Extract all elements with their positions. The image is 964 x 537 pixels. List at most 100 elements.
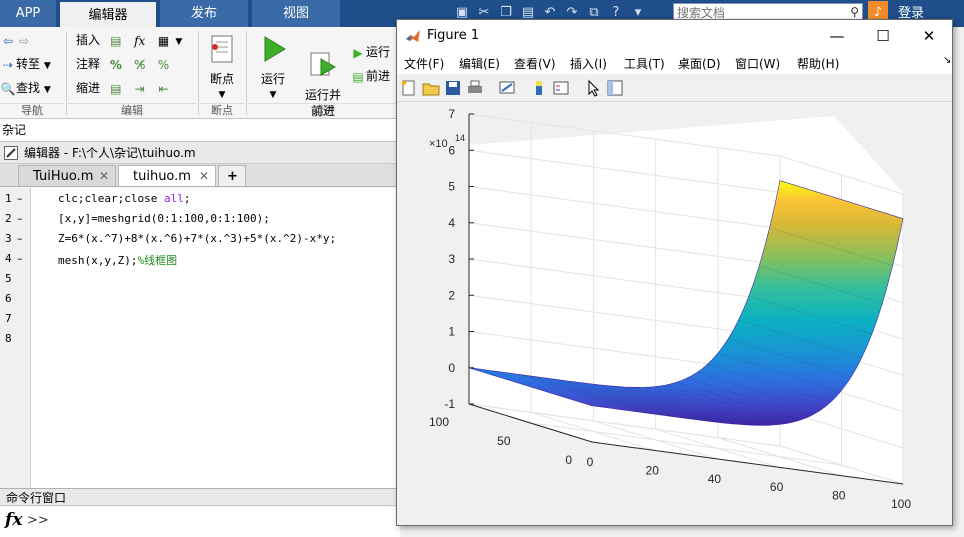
menu-file[interactable]: 文件(F): [404, 55, 444, 72]
menu-insert[interactable]: 插入(I): [570, 55, 607, 72]
goto-button[interactable]: ⇢ 转至 ▼: [0, 53, 51, 75]
tab-app[interactable]: APP: [0, 0, 56, 27]
figure-toolbar: [397, 75, 952, 102]
breakpoints-group-label: 断点: [200, 103, 244, 118]
editor-pencil-icon: [4, 146, 18, 160]
increase-indent-icon[interactable]: ⇥: [132, 81, 148, 97]
nav-group-label: 导航: [0, 103, 64, 118]
insert-section-icon[interactable]: ▤: [108, 33, 124, 49]
chart-layers: -1 0 1 2 3 4 5 6 7 ×10 14 0 20 40 60 80 100 0 50 100: [429, 107, 911, 511]
uncomment-icon[interactable]: %̸: [132, 57, 148, 73]
menu-view[interactable]: 查看(V): [514, 55, 556, 72]
code-line-4[interactable]: mesh(x,y,Z);%线框图: [58, 252, 177, 268]
tab-publish[interactable]: 发布: [160, 0, 248, 27]
editor-title: 编辑器 - F:\个人\杂记\tuihuo.m: [24, 146, 196, 160]
comment-icon[interactable]: %: [108, 57, 124, 73]
file-tab-tuihuo-upper[interactable]: TuiHuo.m ✕: [18, 165, 116, 186]
link-plot-icon[interactable]: [498, 79, 516, 97]
close-tab-icon[interactable]: ✕: [199, 166, 209, 187]
run-section-button[interactable]: ▶ 运行: [350, 41, 390, 63]
dock-arrow-icon[interactable]: ↘: [943, 55, 951, 66]
line-number: 8: [5, 332, 12, 345]
code-line-3[interactable]: Z=6*(x.^7)+8*(x.^6)+7*(x.^3)+5*(x.^2)-x*…: [58, 232, 336, 245]
current-folder-breadcrumb[interactable]: 杂记: [0, 119, 402, 142]
new-figure-icon[interactable]: [400, 79, 418, 97]
breakpoints-button[interactable]: 断点 ▼: [202, 29, 242, 103]
smart-indent-icon[interactable]: ▤: [108, 81, 124, 97]
close-tab-icon[interactable]: ✕: [99, 166, 109, 187]
insert-legend-icon[interactable]: [552, 79, 570, 97]
command-input-area[interactable]: [0, 507, 400, 537]
goto-icon: ⇢: [2, 57, 14, 72]
print-icon[interactable]: [466, 79, 484, 97]
run-group-label: 运行: [248, 103, 400, 118]
breakpoint-marker[interactable]: –: [17, 252, 23, 265]
z-tick-label: 1: [448, 325, 455, 339]
run-play-icon: [264, 36, 286, 62]
code-line-1[interactable]: clc;clear;close all;: [58, 192, 190, 205]
chevron-down-icon[interactable]: ▼: [175, 37, 182, 47]
maximize-icon[interactable]: ☐: [860, 20, 906, 52]
file-tab-strip: TuiHuo.m ✕ tuihuo.m ✕ +: [0, 164, 400, 187]
file-tab-tuihuo-active[interactable]: tuihuo.m ✕: [118, 165, 216, 186]
wrap-comment-icon[interactable]: %: [156, 57, 172, 73]
code-line-2[interactable]: [x,y]=meshgrid(0:1:100,0:1:100);: [58, 212, 270, 225]
back-arrow-icon[interactable]: ⇦: [0, 33, 16, 49]
figure-menu-bar: 文件(F) 编辑(E) 查看(V) 插入(I) 工具(T) 桌面(D) 窗口(W…: [397, 52, 952, 74]
x-tick-label: 20: [646, 463, 660, 477]
search-icon[interactable]: ⚲: [850, 5, 859, 19]
run-and-advance-icon: [310, 52, 337, 76]
menu-window[interactable]: 窗口(W): [735, 55, 780, 72]
fx-icon[interactable]: fx: [5, 510, 22, 530]
line-number: 4: [5, 252, 12, 265]
decrease-indent-icon[interactable]: ⇤: [156, 81, 172, 97]
z-tick-label: 4: [448, 216, 455, 230]
fx-icon[interactable]: fx: [132, 33, 148, 49]
plot-area[interactable]: -1 0 1 2 3 4 5 6 7 ×10 14 0 20 40 60 80 100 0 50 100: [397, 102, 952, 525]
indent-button[interactable]: 缩进: [76, 81, 100, 95]
breakpoints-icon: [211, 35, 233, 63]
tab-editor[interactable]: 编辑器: [60, 0, 156, 29]
advance-button[interactable]: ▤ 前进: [350, 65, 390, 87]
new-tab-button[interactable]: +: [218, 165, 246, 186]
z-exponent-label: ×10: [429, 138, 448, 150]
z-tick-label: 5: [448, 180, 455, 194]
z-tick-label: 2: [448, 288, 455, 302]
divider: [246, 31, 247, 115]
y-tick-label: 0: [565, 453, 572, 467]
menu-help[interactable]: 帮助(H): [797, 55, 839, 72]
run-button[interactable]: 运行 ▼: [252, 29, 294, 103]
insert-colorbar-icon[interactable]: [530, 79, 548, 97]
menu-tools[interactable]: 工具(T): [624, 55, 665, 72]
breakpoint-marker[interactable]: –: [17, 212, 23, 225]
minimize-icon[interactable]: —: [814, 20, 860, 52]
chevron-down-icon: ▼: [43, 61, 51, 71]
nav-back-forward[interactable]: ⇦ ⇨: [0, 29, 32, 51]
z-tick-label: 3: [448, 252, 455, 266]
save-icon[interactable]: [444, 79, 462, 97]
insert-button[interactable]: 插入: [76, 33, 100, 47]
editor-ribbon: ⇦ ⇨ ⇢ 转至 ▼ 🔍查找 ▼ 导航 插入 ▤ fx ▦ ▼ 注释 % %̸ % …: [0, 27, 400, 119]
x-tick-label: 80: [832, 489, 846, 503]
find-button[interactable]: 🔍查找 ▼: [0, 77, 51, 99]
code-editor[interactable]: clc;clear;close all; [x,y]=meshgrid(0:1:…: [31, 188, 400, 488]
breakpoint-marker[interactable]: –: [17, 192, 23, 205]
menu-desktop[interactable]: 桌面(D): [678, 55, 721, 72]
edit-plot-arrow-icon[interactable]: [584, 79, 602, 97]
comment-button[interactable]: 注释: [76, 57, 100, 71]
tab-view[interactable]: 视图: [252, 0, 340, 27]
chevron-down-icon: ▼: [218, 90, 226, 100]
find-icon: 🔍: [0, 81, 16, 96]
line-number-gutter: 1 – 2 – 3 – 4 – 5 6 7 8: [0, 188, 31, 488]
insert-function-icon[interactable]: ▦: [156, 33, 172, 49]
mesh-chart[interactable]: -1 0 1 2 3 4 5 6 7 ×10 14 0 20 40 60 80 100 0 50 100: [397, 102, 952, 525]
menu-edit[interactable]: 编辑(E): [459, 55, 500, 72]
x-tick-label: 40: [708, 472, 722, 486]
close-icon[interactable]: ✕: [906, 20, 952, 52]
y-tick-label: 100: [429, 415, 449, 429]
figure-title-bar[interactable]: Figure 1 — ☐ ✕: [397, 20, 952, 52]
open-folder-icon[interactable]: [422, 79, 440, 97]
property-editor-icon[interactable]: [606, 79, 624, 97]
forward-arrow-icon[interactable]: ⇨: [16, 33, 32, 49]
breakpoint-marker[interactable]: –: [17, 232, 23, 245]
